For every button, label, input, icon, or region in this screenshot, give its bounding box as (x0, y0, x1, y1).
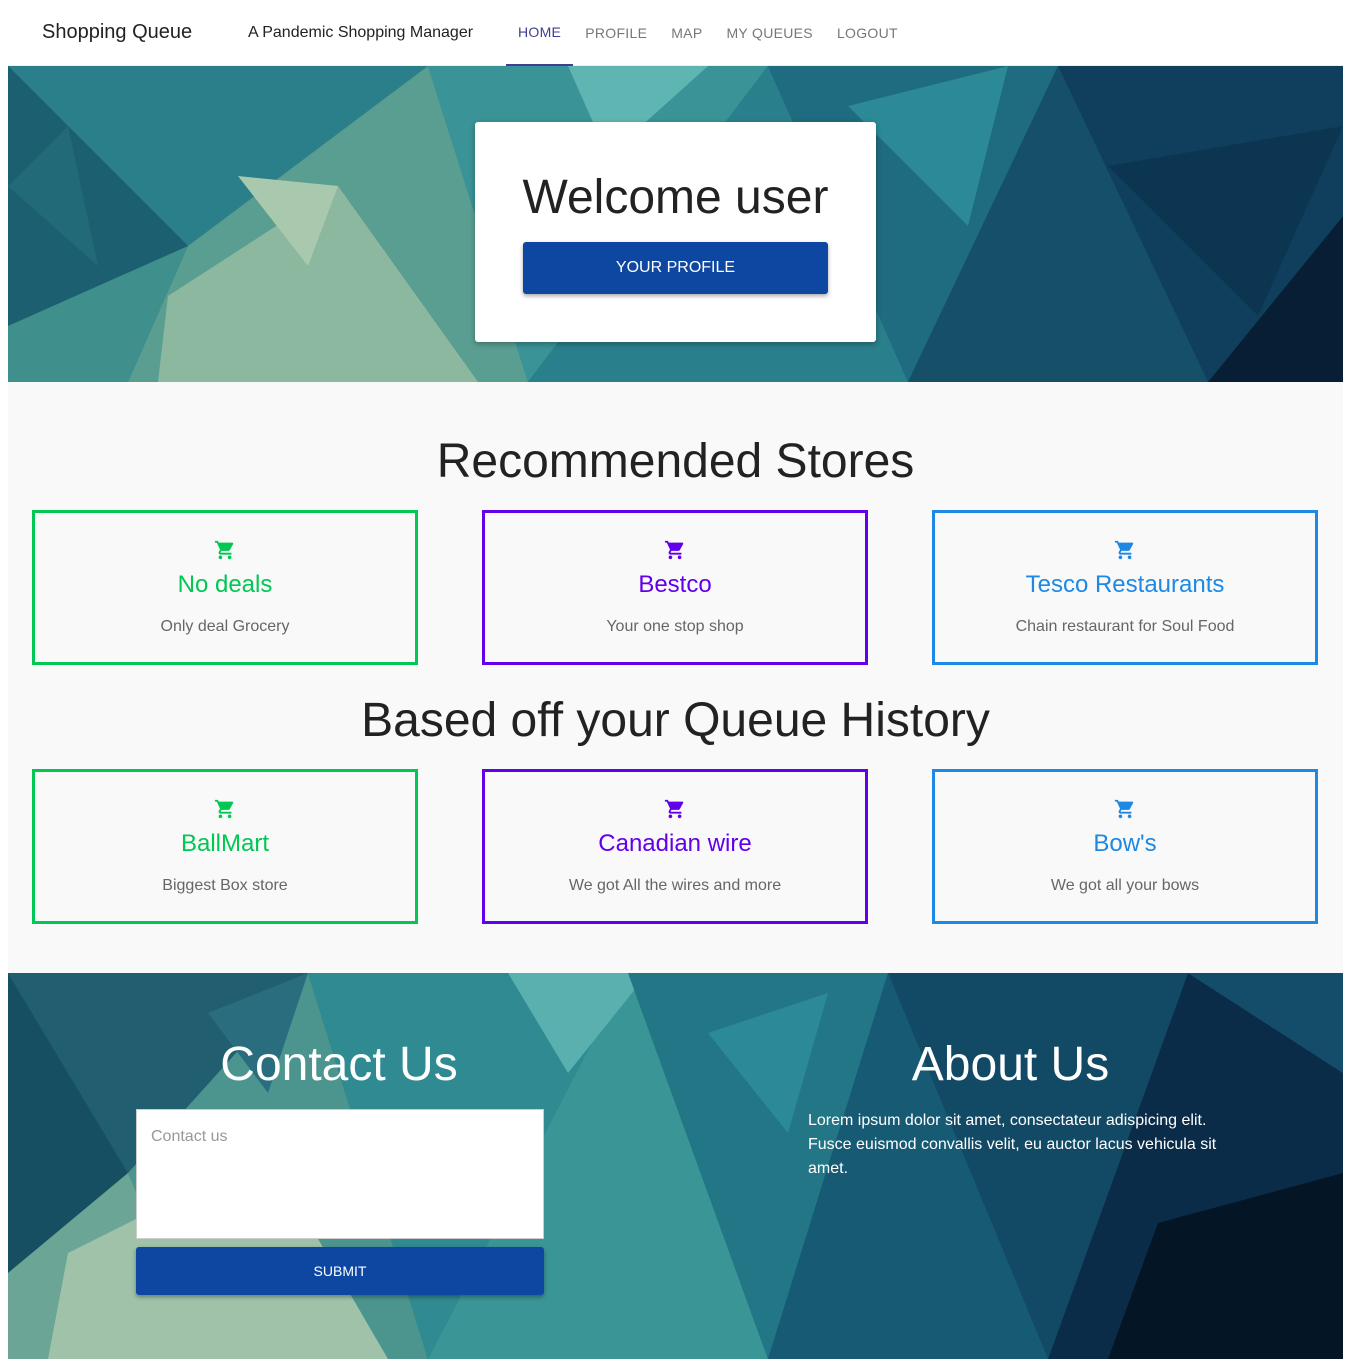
top-navbar: Shopping Queue A Pandemic Shopping Manag… (8, 0, 1343, 66)
store-card-ballmart[interactable]: BallMart Biggest Box store (32, 769, 418, 924)
submit-button[interactable]: SUBMIT (136, 1247, 544, 1295)
your-profile-button[interactable]: YOUR PROFILE (523, 242, 828, 294)
brand-title[interactable]: Shopping Queue (42, 21, 192, 44)
shopping-cart-icon (35, 539, 415, 561)
store-description: We got All the wires and more (568, 877, 782, 894)
store-name: Canadian wire (598, 830, 752, 857)
store-name: Tesco Restaurants (1025, 571, 1225, 598)
shopping-cart-icon (35, 798, 415, 820)
about-us-title: About Us (911, 1038, 1110, 1091)
store-name: BallMart (180, 830, 270, 857)
brand-tagline: A Pandemic Shopping Manager (248, 24, 474, 41)
shopping-cart-icon (485, 798, 865, 820)
store-card-no-deals[interactable]: No deals Only deal Grocery (32, 510, 418, 665)
shopping-cart-icon (485, 539, 865, 561)
nav-profile[interactable]: PROFILE (573, 0, 659, 66)
store-card-canadian-wire[interactable]: Canadian wire We got All the wires and m… (482, 769, 868, 924)
store-description: Only deal Grocery (160, 618, 290, 635)
welcome-card: Welcome user YOUR PROFILE (475, 122, 876, 342)
shopping-cart-icon (935, 539, 1315, 561)
store-card-bows[interactable]: Bow's We got all your bows (932, 769, 1318, 924)
main-nav: HOME PROFILE MAP MY QUEUES LOGOUT (506, 0, 910, 66)
hero-banner: Welcome user YOUR PROFILE (8, 66, 1343, 382)
nav-logout[interactable]: LOGOUT (825, 0, 910, 66)
welcome-heading: Welcome user (522, 171, 829, 224)
store-name: Bestco (638, 571, 712, 598)
store-card-tesco-restaurants[interactable]: Tesco Restaurants Chain restaurant for S… (932, 510, 1318, 665)
stores-section: Recommended Stores No deals Only deal Gr… (8, 382, 1343, 973)
nav-map[interactable]: MAP (659, 0, 714, 66)
contact-message-input[interactable] (136, 1109, 544, 1239)
store-name: Bow's (1093, 830, 1157, 857)
store-description: Chain restaurant for Soul Food (1015, 618, 1235, 635)
nav-my-queues[interactable]: MY QUEUES (714, 0, 824, 66)
about-us-text: Lorem ipsum dolor sit amet, consectateur… (808, 1112, 1217, 1177)
contact-us-title: Contact Us (220, 1038, 458, 1091)
store-description: We got all your bows (1050, 877, 1200, 894)
store-description: Biggest Box store (162, 877, 288, 894)
store-card-bestco[interactable]: Bestco Your one stop shop (482, 510, 868, 665)
footer-section: Contact Us SUBMIT About Us Lorem ipsum d… (8, 973, 1343, 1359)
shopping-cart-icon (935, 798, 1315, 820)
store-name: No deals (177, 571, 273, 598)
queue-history-title: Based off your Queue History (361, 694, 990, 747)
nav-home[interactable]: HOME (506, 0, 574, 66)
recommended-stores-title: Recommended Stores (436, 435, 915, 488)
store-description: Your one stop shop (606, 618, 744, 635)
